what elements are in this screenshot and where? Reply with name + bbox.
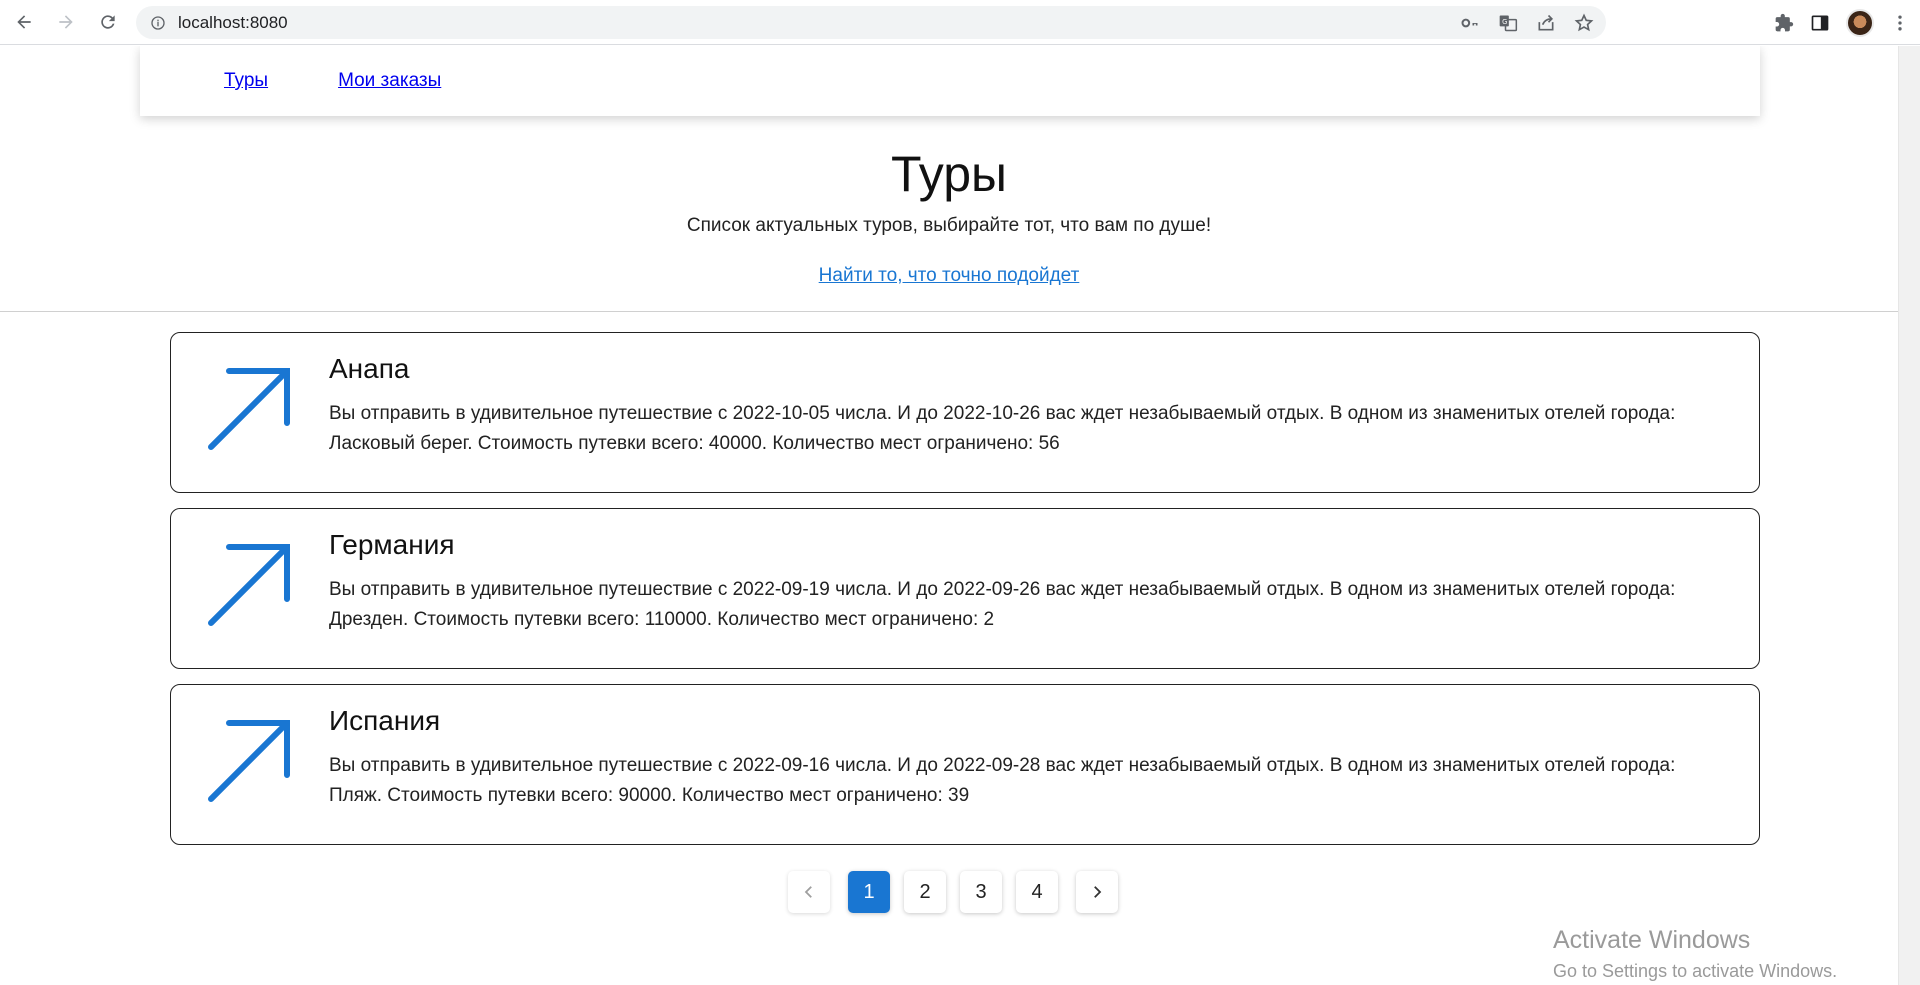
- translate-icon[interactable]: G: [1498, 13, 1518, 33]
- arrow-up-right-icon: [208, 720, 290, 802]
- page-button-3[interactable]: 3: [960, 871, 1002, 913]
- tour-title: Испания: [329, 705, 441, 736]
- page-button-2[interactable]: 2: [904, 871, 946, 913]
- extensions-icon[interactable]: [1774, 13, 1794, 33]
- tour-description: Вы отправить в удивительное путешествие …: [329, 579, 1676, 630]
- vertical-scrollbar[interactable]: [1898, 46, 1920, 985]
- tour-card[interactable]: Испания Вы отправить в удивительное путе…: [170, 684, 1760, 845]
- tour-title: Германия: [329, 529, 455, 560]
- share-icon[interactable]: [1536, 13, 1556, 33]
- svg-text:G: G: [1502, 17, 1507, 25]
- arrow-up-right-icon: [208, 544, 290, 626]
- nav-link-my-orders[interactable]: Мои заказы: [338, 70, 441, 92]
- back-button[interactable]: [6, 4, 42, 40]
- chevron-right-icon: [1094, 886, 1102, 898]
- reload-icon: [101, 15, 115, 29]
- chevron-left-icon: [804, 886, 812, 898]
- key-icon[interactable]: [1460, 13, 1480, 33]
- back-arrow-icon: [17, 15, 31, 29]
- watermark-subtitle: Go to Settings to activate Windows.: [1553, 961, 1838, 981]
- find-tour-link[interactable]: Найти то, что точно подойдет: [819, 265, 1080, 287]
- bookmark-star-icon[interactable]: [1574, 13, 1594, 33]
- tour-description: Вы отправить в удивительное путешествие …: [329, 403, 1676, 454]
- reload-button[interactable]: [90, 4, 126, 40]
- top-navigation: Туры Мои заказы: [140, 46, 1760, 116]
- nav-link-tours[interactable]: Туры: [224, 70, 268, 92]
- divider: [0, 311, 1898, 312]
- prev-page-button[interactable]: [788, 871, 830, 913]
- profile-avatar[interactable]: [1846, 8, 1874, 37]
- forward-button[interactable]: [48, 4, 84, 40]
- hero-section: Туры Список актуальных туров, выбирайте …: [0, 142, 1898, 287]
- tour-description: Вы отправить в удивительное путешествие …: [329, 755, 1676, 806]
- site-info-icon[interactable]: [150, 15, 166, 31]
- tour-card[interactable]: Германия Вы отправить в удивительное пут…: [170, 508, 1760, 669]
- tour-title: Анапа: [329, 353, 410, 384]
- windows-activation-watermark: Activate Windows Go to Settings to activ…: [1553, 926, 1837, 982]
- forward-arrow-icon: [59, 15, 73, 29]
- browser-toolbar: localhost:8080 G: [0, 0, 1920, 45]
- page-button-1[interactable]: 1: [848, 871, 890, 913]
- page-viewport: Туры Мои заказы Туры Список актуальных т…: [0, 46, 1898, 985]
- page-title: Туры: [891, 146, 1007, 202]
- arrow-up-right-icon: [208, 368, 290, 450]
- page-button-4[interactable]: 4: [1016, 871, 1058, 913]
- more-menu-icon[interactable]: [1890, 13, 1910, 33]
- url-text: localhost:8080: [178, 12, 288, 32]
- side-panel-icon[interactable]: [1810, 13, 1830, 33]
- tour-card[interactable]: Анапа Вы отправить в удивительное путеше…: [170, 332, 1760, 493]
- tour-list: Анапа Вы отправить в удивительное путеше…: [170, 332, 1760, 860]
- address-bar[interactable]: localhost:8080 G: [136, 6, 1606, 39]
- next-page-button[interactable]: [1076, 871, 1118, 913]
- pagination: 1 2 3 4: [788, 871, 1118, 913]
- watermark-title: Activate Windows: [1553, 926, 1751, 954]
- page-subtitle: Список актуальных туров, выбирайте тот, …: [686, 215, 1212, 236]
